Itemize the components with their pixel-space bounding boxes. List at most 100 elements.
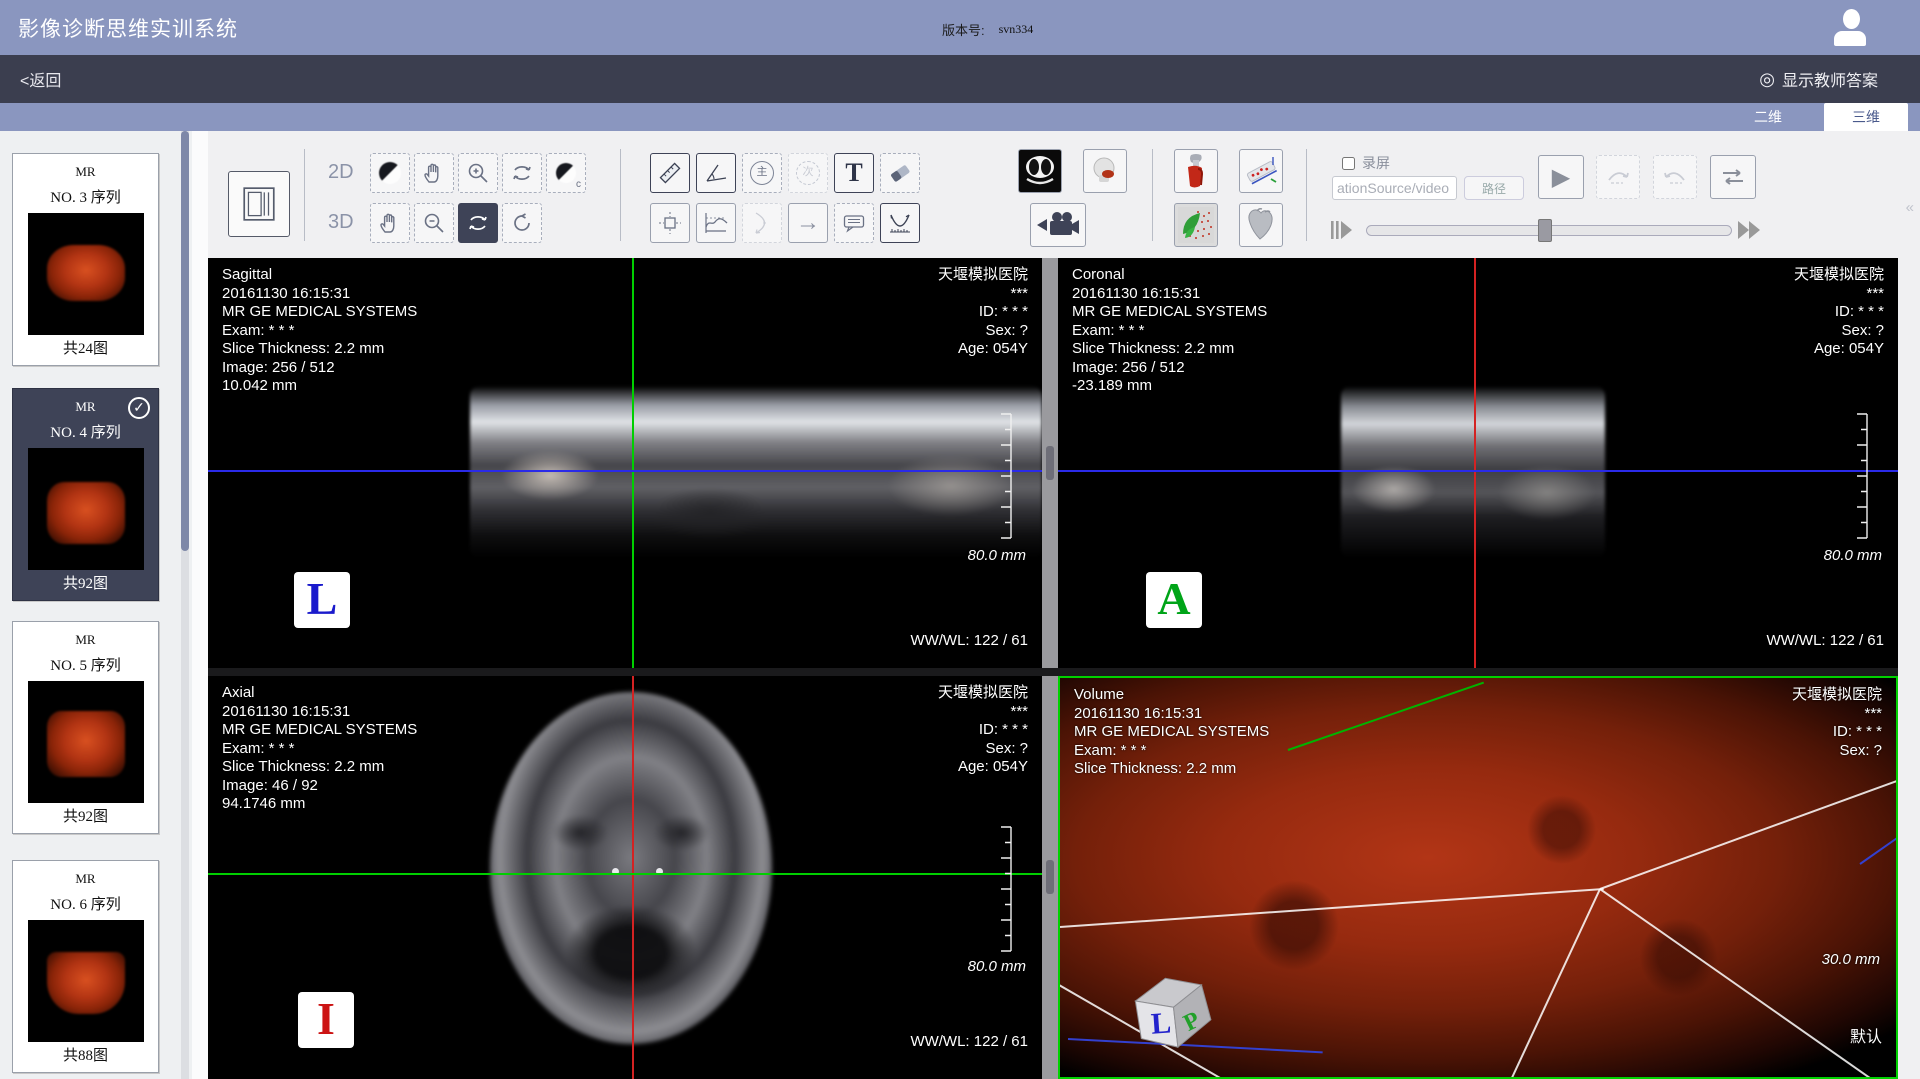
pan-3d-button[interactable] (370, 203, 410, 243)
wwwl-reset-button[interactable]: c (546, 153, 586, 193)
exam-info: Exam: * * * (222, 322, 417, 341)
version-label: 版本号: (942, 20, 985, 39)
roi-main-button[interactable]: 主 (742, 153, 782, 193)
viewport-volume[interactable]: Volume 20161130 16:15:31 MR GE MEDICAL S… (1058, 676, 1898, 1079)
scale-label: 30.0 mm (1822, 951, 1880, 970)
histogram-button[interactable] (696, 203, 736, 243)
eraser-icon (887, 160, 913, 186)
wwwl-readout: WW/WL: 122 / 61 (1766, 632, 1884, 651)
toolbar-collapse-chevron[interactable]: « (1906, 199, 1914, 216)
path-button[interactable]: 路径 (1464, 176, 1524, 200)
series-card-6[interactable]: MR NO. 6 序列 共88图 (12, 860, 159, 1073)
axial-overlay-right: 天堰模拟医院 *** ID: * * * Sex: ? Age: 054Y (938, 684, 1028, 777)
orientation-cube[interactable]: L P (1122, 964, 1218, 1056)
volume-overlay-right: 天堰模拟医院 *** ID: * * * Sex: ? (1792, 686, 1882, 760)
patient-sex: Sex: ? (938, 322, 1028, 341)
eye-icon: ◎ (1759, 69, 1775, 90)
measure-length-button[interactable] (650, 153, 690, 193)
study-datetime: 20161130 16:15:31 (1072, 285, 1267, 304)
curve-tool-button[interactable] (742, 203, 782, 243)
series-thumbnail-volume (47, 711, 125, 777)
series-name: NO. 6 序列 (13, 893, 158, 914)
tab-2d[interactable]: 二维 (1726, 103, 1810, 131)
parabola-ruler-icon (887, 210, 913, 236)
show-teacher-answer-button[interactable]: ◎ 显示教师答案 (1759, 67, 1878, 91)
device-info: MR GE MEDICAL SYSTEMS (222, 303, 417, 322)
viewport-axial[interactable]: Axial 20161130 16:15:31 MR GE MEDICAL SY… (208, 676, 1042, 1079)
heart-preset-button[interactable] (1239, 203, 1283, 247)
comment-button[interactable] (834, 203, 874, 243)
patient-sex: Sex: ? (1792, 742, 1882, 761)
slice-position: 94.1746 mm (222, 795, 417, 814)
splitter-grip[interactable] (1046, 860, 1054, 894)
fast-forward-icon[interactable] (1736, 219, 1766, 241)
roi-box-button[interactable] (650, 203, 690, 243)
viewport-splitter-horizontal[interactable] (208, 668, 1898, 676)
patient-id: ID: * * * (938, 303, 1028, 322)
record-screen-label: 录屏 (1362, 153, 1390, 173)
series-thumbnail-volume (47, 245, 125, 301)
spine-slices-button[interactable] (1239, 149, 1283, 193)
rotate-icon (466, 211, 490, 235)
reset-sub-icon: c (576, 179, 581, 190)
loop-ccw-icon (1662, 164, 1688, 190)
splitter-grip[interactable] (1046, 446, 1054, 480)
export-video-button[interactable] (1030, 203, 1086, 247)
viewport-sagittal[interactable]: Sagittal 20161130 16:15:31 MR GE MEDICAL… (208, 258, 1042, 668)
roi-secondary-button[interactable]: 次 (788, 153, 828, 193)
layout-icon (240, 185, 278, 223)
series-modality: MR (13, 164, 158, 180)
animation-slider-handle[interactable] (1538, 219, 1552, 242)
tab-3d[interactable]: 三维 (1824, 103, 1908, 131)
wwwl-icon (379, 162, 401, 184)
surface-preset-button[interactable] (1174, 203, 1218, 247)
measure-angle-button[interactable] (696, 153, 736, 193)
header-bar: 影像诊断思维实训系统 版本号: svn334 (0, 0, 1920, 55)
patient-id: ID: * * * (938, 721, 1028, 740)
zoom-in-2d-button[interactable] (458, 153, 498, 193)
back-button[interactable]: <返回 (20, 67, 61, 91)
toolbar: 2D 3D c 主 次 T → (208, 131, 1920, 258)
view-title: Sagittal (222, 266, 417, 285)
eraser-button[interactable] (880, 153, 920, 193)
scale-label: 80.0 mm (1824, 547, 1882, 566)
knee-preset-button[interactable] (1174, 149, 1218, 193)
slice-position: 10.042 mm (222, 377, 417, 396)
spine-curve-button[interactable] (880, 203, 920, 243)
play-button[interactable]: ▶ (1538, 155, 1584, 199)
patient-name: *** (938, 285, 1028, 304)
sidebar-scrollbar-thumb[interactable] (181, 131, 189, 551)
patient-sex: Sex: ? (1794, 322, 1884, 341)
arrow-annotation-button[interactable]: → (788, 203, 828, 243)
patient-name: *** (938, 703, 1028, 722)
viewport-coronal[interactable]: Coronal 20161130 16:15:31 MR GE MEDICAL … (1058, 258, 1898, 668)
rotate-3d-button[interactable] (458, 203, 498, 243)
rotate-2d-button[interactable] (502, 153, 542, 193)
series-card-5[interactable]: MR NO. 5 序列 共92图 (12, 621, 159, 834)
ct-slice-icon (1022, 153, 1058, 189)
rotate-animation-cw-button[interactable] (1596, 155, 1640, 199)
coronal-overlay-right: 天堰模拟医院 *** ID: * * * Sex: ? Age: 054Y (1794, 266, 1884, 359)
series-name: NO. 5 序列 (13, 654, 158, 675)
pan-2d-button[interactable] (414, 153, 454, 193)
video-path-input[interactable] (1332, 176, 1457, 200)
user-avatar-icon[interactable] (1834, 9, 1868, 47)
reset-rotation-button[interactable] (502, 203, 542, 243)
text-annotation-button[interactable]: T (834, 153, 874, 193)
wwwl-tool-button[interactable] (370, 153, 410, 193)
series-card-3[interactable]: MR NO. 3 序列 共24图 (12, 153, 159, 366)
series-name: NO. 4 序列 (13, 421, 158, 442)
layout-button[interactable] (228, 171, 290, 237)
skull-preset-button[interactable] (1083, 149, 1127, 193)
exam-info: Exam: * * * (1072, 322, 1267, 341)
series-count: 共92图 (13, 805, 158, 826)
patient-name: *** (1794, 285, 1884, 304)
mpr-lung-button[interactable] (1018, 149, 1062, 193)
series-card-4[interactable]: ✓ MR NO. 4 序列 共92图 (12, 388, 159, 601)
zoom-3d-button[interactable] (414, 203, 454, 243)
record-screen-checkbox[interactable] (1342, 157, 1355, 170)
step-back-icon[interactable] (1330, 219, 1360, 241)
swap-direction-button[interactable] (1710, 155, 1756, 199)
series-thumbnail-volume (47, 482, 125, 544)
rotate-animation-ccw-button[interactable] (1653, 155, 1697, 199)
